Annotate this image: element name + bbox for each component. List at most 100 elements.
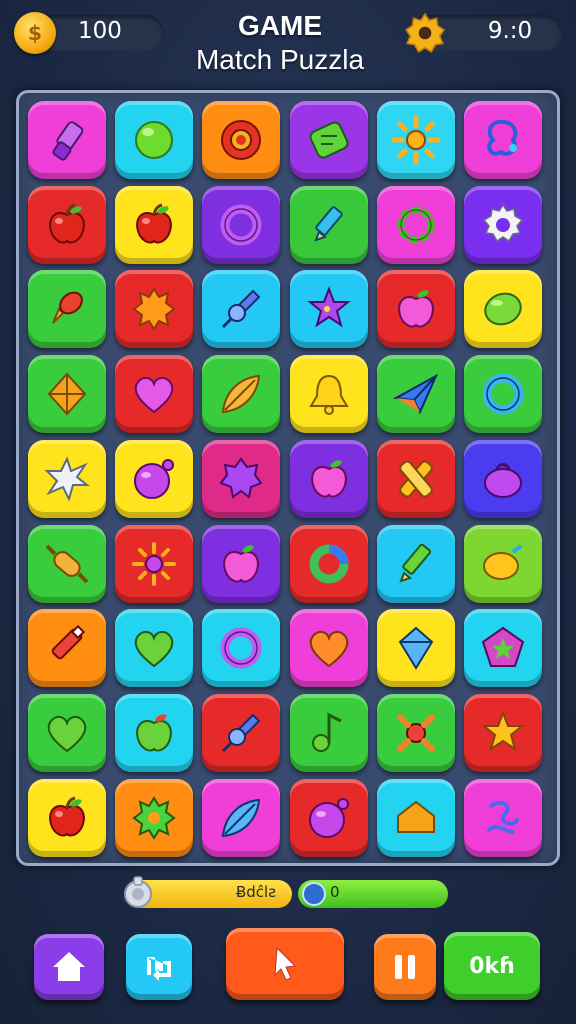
purple-star-icon xyxy=(306,286,351,328)
board-tile[interactable] xyxy=(376,439,455,518)
green-splat-icon xyxy=(132,795,176,840)
pink-apple-icon xyxy=(310,460,347,498)
board-tile[interactable] xyxy=(464,524,542,603)
board-tile[interactable] xyxy=(376,524,455,603)
green-heart-icon xyxy=(134,631,174,668)
board-tile[interactable] xyxy=(202,355,281,434)
green-wreath-icon xyxy=(397,206,435,244)
apple-icon xyxy=(49,796,85,837)
music-note-icon xyxy=(311,712,342,752)
board-tile[interactable] xyxy=(115,355,194,434)
settings-gear-icon[interactable] xyxy=(404,12,446,54)
board-tile[interactable] xyxy=(376,185,455,264)
board-tile[interactable] xyxy=(202,270,281,349)
blue-pin-icon xyxy=(222,713,261,752)
orange-splat-icon xyxy=(132,287,176,332)
heart-icon xyxy=(134,377,174,414)
ice-cream-icon xyxy=(52,292,83,325)
board-tile[interactable] xyxy=(28,185,106,264)
board-tile[interactable] xyxy=(464,439,542,518)
board-tile[interactable] xyxy=(115,693,194,772)
blue-star-swirl-icon xyxy=(487,119,518,156)
apple-icon xyxy=(136,203,173,244)
board-tile[interactable] xyxy=(464,778,542,857)
board-tile[interactable] xyxy=(289,778,368,857)
purple-ball-icon xyxy=(308,797,349,838)
board-tile[interactable] xyxy=(28,270,106,349)
board-tile[interactable] xyxy=(202,439,281,518)
board-tile[interactable] xyxy=(289,270,368,349)
board-tile[interactable] xyxy=(464,185,542,264)
pink-apple-icon xyxy=(397,290,434,328)
board-tile[interactable] xyxy=(28,101,106,179)
board-tile[interactable] xyxy=(28,355,106,434)
board-tile[interactable] xyxy=(202,778,281,857)
board-tile[interactable] xyxy=(376,355,455,434)
board-tile[interactable] xyxy=(376,609,455,688)
board-tile[interactable] xyxy=(289,693,368,772)
board-tile[interactable] xyxy=(28,439,106,518)
board-tile[interactable] xyxy=(289,355,368,434)
white-gear-icon xyxy=(482,203,524,242)
board-tile[interactable] xyxy=(289,439,368,518)
board-tile[interactable] xyxy=(376,693,455,772)
board-tile[interactable] xyxy=(376,101,455,179)
board-tile[interactable] xyxy=(202,185,281,264)
board-tile[interactable] xyxy=(464,693,542,772)
purple-ring-icon xyxy=(220,627,262,669)
board-tile[interactable] xyxy=(202,609,281,688)
game-title: GAME xyxy=(238,10,322,41)
board-tile[interactable] xyxy=(289,524,368,603)
pink-apple-icon xyxy=(223,544,260,583)
board-tile[interactable] xyxy=(376,270,455,349)
board-tile[interactable] xyxy=(464,101,542,179)
pause-icon xyxy=(395,955,415,979)
orange-house-icon xyxy=(396,800,435,833)
home-icon xyxy=(53,952,85,981)
board-tile[interactable] xyxy=(115,439,194,518)
board-tile[interactable] xyxy=(289,101,368,179)
shuffle-icon xyxy=(147,957,171,981)
play-button[interactable] xyxy=(226,928,344,1000)
red-pencil-icon xyxy=(51,625,86,660)
board-tile[interactable] xyxy=(376,778,455,857)
coin-count: 100 xyxy=(78,18,122,44)
board-tile[interactable] xyxy=(115,524,194,603)
yellow-cross-icon xyxy=(398,460,433,498)
ok-button-label: 0kɦ xyxy=(469,953,515,979)
timer-value: 9.:0 xyxy=(487,18,533,44)
board-tile[interactable] xyxy=(28,609,106,688)
board-tile[interactable] xyxy=(289,185,368,264)
board-tile[interactable] xyxy=(28,524,106,603)
board-tile[interactable] xyxy=(28,778,106,857)
board-tile[interactable] xyxy=(115,101,194,179)
game-board xyxy=(16,90,560,866)
ok-button[interactable]: 0kɦ xyxy=(444,932,540,1000)
green-scroll-icon xyxy=(309,121,349,159)
shuffle-button[interactable] xyxy=(126,934,192,1000)
purple-ring-icon xyxy=(220,204,262,246)
board-tile[interactable] xyxy=(115,609,194,688)
board-tile[interactable] xyxy=(464,355,542,434)
board-tile[interactable] xyxy=(464,270,542,349)
board-tile[interactable] xyxy=(464,609,542,688)
board-tile[interactable] xyxy=(115,270,194,349)
leaf-icon xyxy=(222,374,261,414)
white-splat-icon xyxy=(44,456,90,502)
board-tile[interactable] xyxy=(115,778,194,857)
board-tile[interactable] xyxy=(202,693,281,772)
orange-heart-icon xyxy=(309,631,348,668)
board-tile[interactable] xyxy=(28,693,106,772)
green-apple-icon xyxy=(136,714,173,752)
board-tile[interactable] xyxy=(202,524,281,603)
home-button[interactable] xyxy=(34,934,104,1000)
pause-button[interactable] xyxy=(374,934,436,1000)
board-tile[interactable] xyxy=(289,609,368,688)
green-ring-icon xyxy=(309,544,349,583)
time-progress-label: 0 xyxy=(330,883,340,901)
bell-icon xyxy=(308,375,349,416)
board-tile[interactable] xyxy=(115,185,194,264)
board-tile[interactable] xyxy=(202,101,281,179)
slider-knob-icon[interactable] xyxy=(122,876,154,910)
purple-bag-icon xyxy=(484,462,522,498)
